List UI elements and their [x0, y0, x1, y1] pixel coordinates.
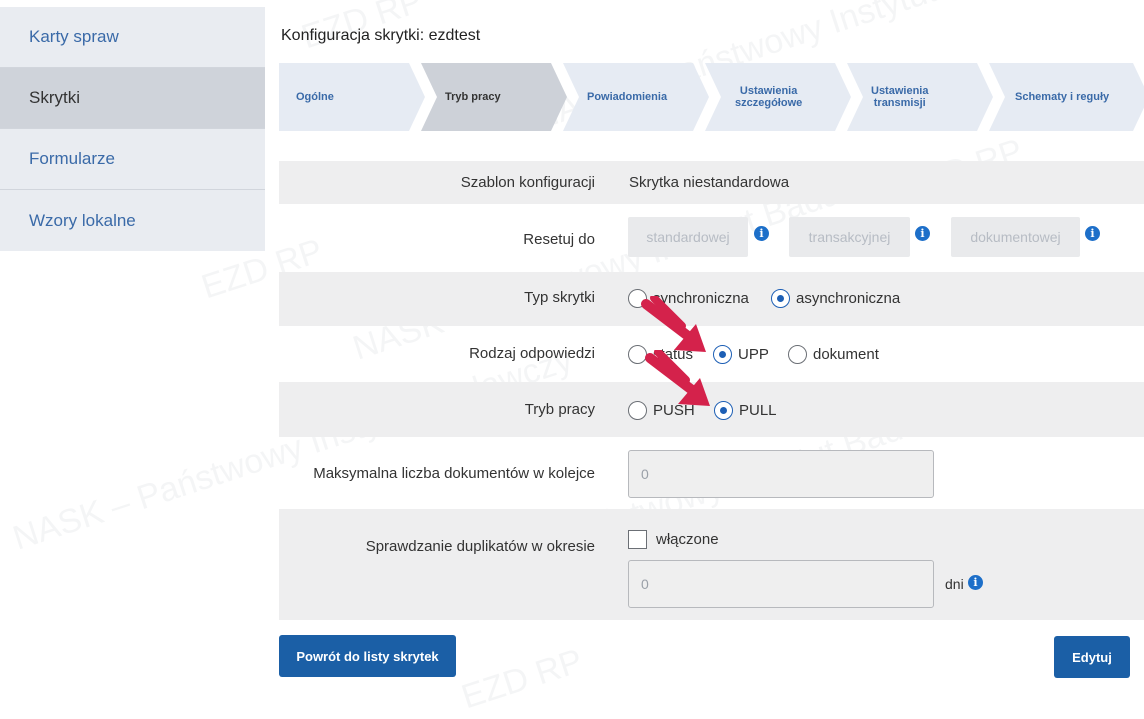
checkbox-label: włączone	[656, 531, 719, 548]
radio-label: asynchroniczna	[796, 290, 901, 307]
reset-document-button[interactable]: dokumentowej	[951, 217, 1080, 257]
info-icon[interactable]: i	[915, 226, 930, 241]
duplicates-period-input[interactable]: 0	[628, 560, 934, 608]
box-type-label: Typ skrytki	[524, 289, 595, 306]
row-duplicates: Sprawdzanie duplikatów w okresie włączon…	[279, 509, 1144, 620]
step-label-line1: Ustawienia	[739, 85, 798, 97]
row-max-docs: Maksymalna liczba dokumentów w kolejce 0	[279, 437, 1144, 509]
radio-label: dokument	[813, 346, 879, 363]
sidebar-item-formularze[interactable]: Formularze	[0, 129, 265, 190]
row-reset: Resetuj do standardowej i transakcyjnej …	[279, 204, 1144, 272]
reset-transactional-button[interactable]: transakcyjnej	[789, 217, 910, 257]
edit-button[interactable]: Edytuj	[1054, 636, 1130, 678]
step-powiadomienia[interactable]: Powiadomienia	[563, 63, 709, 131]
annotation-arrow-icon	[645, 350, 710, 406]
duplicates-label: Sprawdzanie duplikatów w okresie	[365, 538, 595, 555]
sidebar-item-skrytki[interactable]: Skrytki	[0, 68, 265, 129]
step-label: Ogólne	[296, 91, 334, 103]
page-title: Konfiguracja skrytki: ezdtest	[281, 27, 481, 44]
info-icon[interactable]: i	[1085, 226, 1100, 241]
template-value: Skrytka niestandardowa	[629, 174, 790, 191]
info-icon[interactable]: i	[968, 575, 983, 590]
reset-label: Resetuj do	[523, 231, 595, 248]
step-label-line2: szczegółowe	[735, 97, 803, 109]
step-schematy-i-reguly[interactable]: Schematy i reguły	[989, 63, 1144, 131]
checkbox-box[interactable]	[628, 530, 647, 549]
step-label-line1: Ustawienia	[871, 85, 929, 97]
wizard-steps: Ogólne Tryb pracy Powiadomienia Ustawien…	[279, 63, 1144, 131]
step-ogolne[interactable]: Ogólne	[279, 63, 425, 131]
step-tryb-pracy[interactable]: Tryb pracy	[421, 63, 567, 131]
radio-label: UPP	[738, 346, 769, 363]
sidebar-item-label: Skrytki	[29, 88, 80, 107]
radio-circle-selected[interactable]	[771, 289, 790, 308]
step-ustawienia-transmisji[interactable]: Ustawienia transmisji	[847, 63, 993, 131]
back-to-list-button[interactable]: Powrót do listy skrytek	[279, 635, 456, 677]
step-label: Schematy i reguły	[1015, 91, 1110, 103]
row-template: Szablon konfiguracji Skrytka niestandard…	[279, 161, 1144, 204]
radio-circle[interactable]	[788, 345, 807, 364]
sidebar-item-label: Formularze	[29, 149, 115, 168]
duplicates-checkbox[interactable]: włączone	[628, 530, 719, 549]
sidebar-item-label: Wzory lokalne	[29, 210, 136, 230]
response-type-label: Rodzaj odpowiedzi	[469, 345, 595, 362]
max-docs-input[interactable]: 0	[628, 450, 934, 498]
sidebar-item-karty-spraw[interactable]: Karty spraw	[0, 7, 265, 68]
sidebar-item-wzory-lokalne[interactable]: Wzory lokalne	[0, 190, 265, 251]
template-label: Szablon konfiguracji	[460, 174, 595, 191]
step-label: Tryb pracy	[445, 91, 501, 103]
max-docs-label: Maksymalna liczba dokumentów w kolejce	[313, 465, 595, 482]
work-mode-label: Tryb pracy	[524, 401, 595, 418]
sidebar: Karty spraw Skrytki Formularze Wzory lok…	[0, 7, 265, 251]
step-label-line2: transmisji	[873, 97, 926, 109]
reset-standard-button[interactable]: standardowej	[628, 217, 748, 257]
radio-label: PULL	[739, 402, 777, 419]
radio-dokument[interactable]: dokument	[788, 345, 879, 364]
info-icon[interactable]: i	[754, 226, 769, 241]
step-ustawienia-szczegolowe[interactable]: Ustawienia szczegółowe	[705, 63, 851, 131]
radio-asynchroniczna[interactable]: asynchroniczna	[771, 289, 900, 308]
step-label: Powiadomienia	[587, 91, 668, 103]
days-unit: dni	[945, 576, 964, 592]
sidebar-item-label: Karty spraw	[29, 27, 119, 46]
